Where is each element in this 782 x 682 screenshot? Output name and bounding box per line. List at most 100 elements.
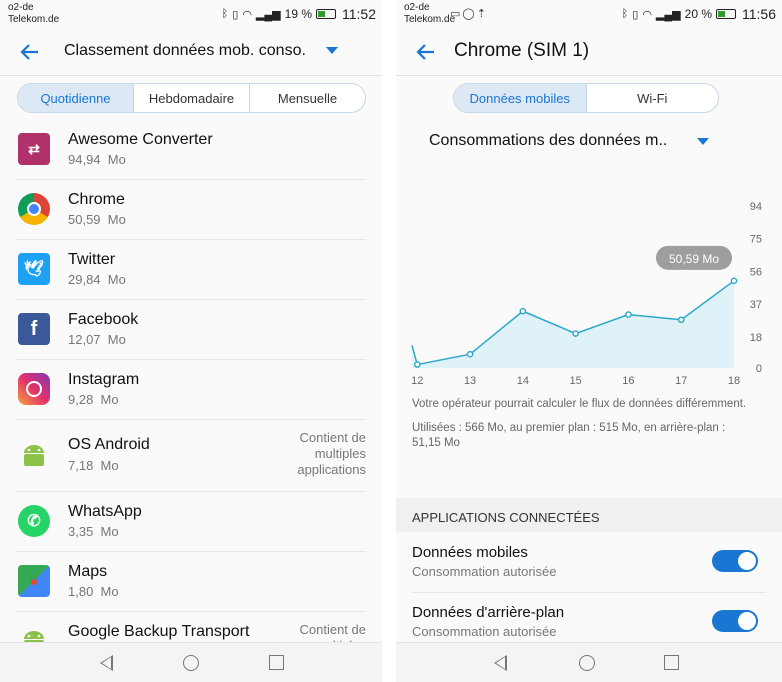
nav-bar bbox=[396, 642, 782, 682]
list-item[interactable]: ⇄ Awesome Converter 94,94 Mo bbox=[16, 120, 366, 180]
vibrate-icon: ▯ bbox=[232, 8, 239, 21]
status-icons: ᛒ ▯ ◠ ▂▄▆ 20 % 11:56 bbox=[622, 6, 776, 22]
carrier-name: o2-de Telekom.de bbox=[8, 2, 60, 25]
operator-note: Votre opérateur pourrait calculer le flu… bbox=[412, 398, 747, 410]
period-tabs: Quotidienne Hebdomadaire Mensuelle bbox=[17, 83, 366, 113]
background-data-toggle[interactable] bbox=[712, 610, 758, 632]
nav-back-icon[interactable] bbox=[100, 655, 113, 671]
section-header: APPLICATIONS CONNECTÉES bbox=[396, 498, 782, 532]
nav-home-icon[interactable] bbox=[579, 655, 595, 671]
vibrate-icon: ▯ bbox=[632, 8, 639, 21]
y-tick-label: 18 bbox=[750, 332, 762, 344]
y-tick-label: 37 bbox=[750, 299, 762, 311]
bluetooth-icon: ᛒ bbox=[221, 8, 229, 20]
nav-recent-icon[interactable] bbox=[269, 655, 284, 670]
instagram-icon bbox=[18, 373, 50, 405]
clock: 11:52 bbox=[342, 6, 376, 22]
maps-icon: ● bbox=[18, 565, 50, 597]
facebook-icon: f bbox=[18, 313, 50, 345]
status-icons: ᛒ ▯ ◠ ▂▄▆ 19 % 11:52 bbox=[222, 6, 376, 22]
x-tick-label: 16 bbox=[622, 375, 634, 387]
toggle-row-mobile-data[interactable]: Données mobiles Consommation autorisée bbox=[412, 536, 766, 594]
whatsapp-icon: ✆ bbox=[18, 505, 50, 537]
twitter-icon: 🕊 bbox=[18, 253, 50, 285]
upload-icon: ⇡ bbox=[476, 8, 488, 20]
tab-hebdomadaire[interactable]: Hebdomadaire bbox=[133, 84, 249, 112]
right-screen: o2-de Telekom.de ▭◯⇡ ᛒ ▯ ◠ ▂▄▆ 20 % 11:5… bbox=[396, 0, 782, 682]
list-item[interactable]: ● Maps 1,80 Mo bbox=[16, 552, 366, 612]
back-arrow-icon bbox=[20, 44, 38, 60]
tab-wifi[interactable]: Wi-Fi bbox=[585, 84, 719, 112]
carrier-name: o2-de Telekom.de bbox=[404, 2, 456, 25]
x-tick-label: 12 bbox=[411, 375, 423, 387]
battery-percent: 19 % bbox=[284, 7, 312, 21]
chart-point bbox=[572, 330, 579, 337]
list-item[interactable]: ✆ WhatsApp 3,35 Mo bbox=[16, 492, 366, 552]
laptop-icon: ▭ bbox=[450, 8, 463, 20]
consumption-dropdown[interactable]: Consommations des données m.. bbox=[429, 132, 667, 150]
x-tick-label: 13 bbox=[464, 375, 476, 387]
clock: 11:56 bbox=[742, 6, 776, 22]
back-button[interactable] bbox=[16, 38, 44, 66]
x-tick-label: 14 bbox=[517, 375, 529, 387]
whatsapp-icon: ◯ bbox=[462, 8, 477, 20]
list-item[interactable]: Instagram 9,28 Mo bbox=[16, 360, 366, 420]
tab-quotidienne[interactable]: Quotidienne bbox=[18, 84, 133, 112]
divider bbox=[412, 592, 766, 593]
chevron-down-icon[interactable] bbox=[326, 47, 338, 54]
page-title: Chrome (SIM 1) bbox=[454, 40, 590, 61]
y-tick-label: 56 bbox=[750, 266, 762, 278]
chart-area-fill bbox=[412, 280, 734, 368]
left-screen: o2-de Telekom.de ᛒ ▯ ◠ ▂▄▆ 19 % 11:52 Cl… bbox=[0, 0, 382, 682]
status-bar: o2-de Telekom.de ▭◯⇡ ᛒ ▯ ◠ ▂▄▆ 20 % 11:5… bbox=[396, 0, 782, 30]
network-tabs: Données mobiles Wi-Fi bbox=[453, 83, 719, 113]
chart-point bbox=[413, 361, 421, 368]
chart-point bbox=[625, 311, 632, 318]
tab-donnees-mobiles[interactable]: Données mobiles bbox=[454, 84, 586, 112]
app-list: ⇄ Awesome Converter 94,94 Mo Chrome 50,5… bbox=[0, 120, 382, 672]
page-title: Classement données mob. conso. bbox=[64, 42, 306, 59]
chevron-down-icon[interactable] bbox=[697, 138, 709, 145]
x-tick-label: 15 bbox=[570, 375, 582, 387]
battery-percent: 20 % bbox=[684, 7, 712, 21]
app-note: Contient de multiples applications bbox=[297, 430, 366, 477]
list-item[interactable]: f Facebook 12,07 Mo bbox=[16, 300, 366, 360]
chart-point bbox=[466, 350, 474, 358]
chart-point bbox=[677, 316, 685, 324]
notification-icons: ▭◯⇡ bbox=[450, 7, 488, 20]
app-bar: Classement données mob. conso. bbox=[0, 30, 382, 76]
wifi-icon: ◠ bbox=[242, 8, 252, 21]
chart-point bbox=[730, 277, 738, 285]
signal-icon: ▂▄▆ bbox=[655, 8, 681, 21]
tab-mensuelle[interactable]: Mensuelle bbox=[249, 84, 365, 112]
battery-icon bbox=[316, 9, 336, 19]
list-item[interactable]: 🕊 Twitter 29,84 Mo bbox=[16, 240, 366, 300]
chart-point bbox=[519, 307, 527, 315]
mobile-data-toggle[interactable] bbox=[712, 550, 758, 572]
list-item[interactable]: Chrome 50,59 Mo bbox=[16, 180, 366, 240]
y-tick-label: 75 bbox=[750, 234, 762, 246]
signal-icon: ▂▄▆ bbox=[255, 8, 281, 21]
back-button[interactable] bbox=[412, 38, 440, 66]
wifi-icon: ◠ bbox=[642, 8, 652, 21]
nav-back-icon[interactable] bbox=[494, 655, 507, 671]
app-bar: Chrome (SIM 1) bbox=[396, 30, 782, 76]
chrome-icon bbox=[18, 193, 50, 225]
list-item[interactable]: OS Android 7,18 Mo Contient de multiples… bbox=[16, 420, 366, 492]
status-bar: o2-de Telekom.de ᛒ ▯ ◠ ▂▄▆ 19 % 11:52 bbox=[0, 0, 382, 30]
nav-home-icon[interactable] bbox=[183, 655, 199, 671]
usage-chart: 94 75 56 37 18 0 12 13 14 15 16 17 18 50,59 Mo bbox=[411, 201, 762, 387]
chart-tooltip-label: 50,59 Mo bbox=[669, 252, 719, 266]
nav-recent-icon[interactable] bbox=[664, 655, 679, 670]
nav-bar bbox=[0, 642, 382, 682]
y-tick-label: 0 bbox=[756, 363, 762, 375]
android-icon bbox=[18, 439, 50, 471]
back-arrow-icon bbox=[416, 44, 434, 60]
bluetooth-icon: ᛒ bbox=[621, 8, 629, 20]
awesome-converter-icon: ⇄ bbox=[18, 133, 50, 165]
x-tick-label: 18 bbox=[728, 375, 740, 387]
usage-summary: Utilisées : 566 Mo, au premier plan : 51… bbox=[412, 422, 726, 449]
x-tick-label: 17 bbox=[675, 375, 687, 387]
battery-icon bbox=[716, 9, 736, 19]
y-tick-label: 94 bbox=[750, 201, 762, 213]
